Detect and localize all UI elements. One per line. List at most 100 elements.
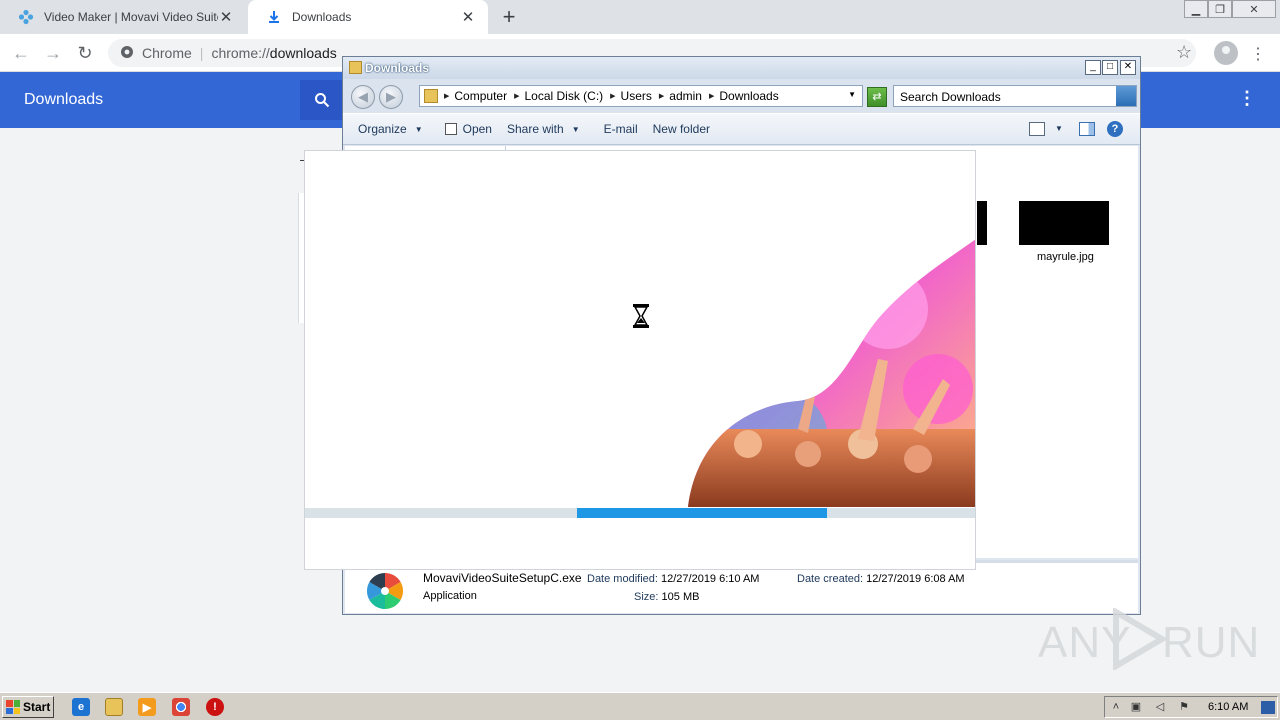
windows-logo-icon — [6, 700, 20, 714]
chevron-right-icon: ▶ — [658, 93, 665, 100]
divider: | — [199, 45, 204, 61]
forward-button[interactable]: → — [42, 42, 64, 64]
minimize-button[interactable]: ▁ — [1184, 0, 1208, 18]
file-type: Application — [423, 590, 477, 602]
movavi-icon — [366, 573, 404, 609]
file-size: Size: 105 MB — [634, 591, 699, 603]
search-button[interactable] — [300, 80, 344, 120]
breadcrumb-item[interactable]: ▶ Computer — [444, 89, 507, 103]
organize-label: Organize — [358, 122, 407, 136]
chevron-up-icon[interactable]: ˄ — [1109, 701, 1123, 714]
field-value: 12/27/2019 6:10 AM — [661, 573, 760, 585]
site-label: Chrome — [142, 45, 192, 61]
chevron-down-icon: ▼ — [571, 124, 580, 134]
refresh-button[interactable]: ⇄ — [867, 87, 887, 107]
movavi-icon — [18, 9, 34, 25]
tab-label: Video Maker | Movavi Video Suite — [44, 10, 218, 24]
show-desktop-icon[interactable] — [1261, 701, 1275, 714]
chevron-down-icon[interactable]: ▼ — [1055, 124, 1071, 138]
field-label: Date modified: — [587, 573, 658, 585]
share-with-button[interactable]: Share with ▼ — [507, 122, 580, 136]
file-thumbnail[interactable] — [977, 201, 987, 245]
field-value: 12/27/2019 6:08 AM — [866, 573, 965, 585]
avatar[interactable] — [1214, 41, 1238, 65]
open-icon — [444, 123, 457, 135]
folder-icon — [424, 89, 438, 103]
breadcrumb-item[interactable]: ▶ Downloads — [709, 89, 779, 103]
splash-image — [688, 239, 975, 507]
explorer-titlebar[interactable]: Downloads _ □ ✕ — [343, 57, 1140, 79]
email-button[interactable]: E-mail — [604, 122, 638, 136]
reload-button[interactable]: ↻ — [74, 42, 96, 64]
anyrun-watermark: ANY RUN — [1038, 604, 1259, 674]
internet-explorer-icon[interactable]: e — [72, 698, 90, 716]
new-folder-label: New folder — [652, 122, 710, 136]
close-icon[interactable]: ✕ — [460, 8, 476, 26]
chrome-icon[interactable] — [172, 698, 190, 716]
back-button[interactable]: ← — [10, 42, 32, 64]
forward-button[interactable]: ▶ — [379, 85, 403, 109]
close-window-button[interactable]: ✕ — [1232, 0, 1276, 18]
breadcrumb-label: Local Disk (C:) — [524, 89, 604, 103]
chevron-right-icon: ▶ — [514, 93, 520, 100]
media-player-icon[interactable]: ▶ — [138, 698, 156, 716]
chevron-down-icon[interactable]: ▼ — [848, 90, 856, 99]
system-tray: ˄ ▣ ◁ ⚑ — [1104, 696, 1278, 718]
close-window-button[interactable]: ✕ — [1120, 60, 1136, 75]
bookmark-star-icon[interactable]: ☆ — [1176, 42, 1192, 63]
folder-icon — [349, 61, 362, 74]
file-explorer-icon[interactable] — [105, 698, 123, 716]
share-with-label: Share with — [506, 122, 564, 136]
clock: 6:10 AM — [1208, 701, 1249, 713]
browser-menu-icon[interactable]: ⋮ — [1250, 44, 1266, 64]
browser-tab-strip: Video Maker | Movavi Video Suite ✕ Downl… — [0, 0, 1280, 34]
breadcrumb-label: Downloads — [719, 89, 779, 103]
back-button[interactable]: ◀ — [351, 85, 375, 109]
flag-icon[interactable]: ⚑ — [1177, 701, 1191, 714]
network-icon[interactable]: ▣ — [1129, 701, 1143, 714]
hourglass-cursor-icon — [633, 304, 649, 328]
breadcrumb-item[interactable]: ▶ Local Disk (C:) — [514, 89, 603, 103]
email-label: E-mail — [603, 122, 638, 136]
preview-pane-icon[interactable] — [1079, 122, 1095, 136]
file-thumbnail[interactable] — [1019, 201, 1109, 245]
breadcrumb-label: admin — [669, 89, 702, 103]
breadcrumb-item[interactable]: ▶ admin — [659, 89, 702, 103]
search-placeholder: Search Downloads — [900, 90, 1001, 104]
breadcrumb[interactable]: ▶ Computer ▶ Local Disk (C:) ▶ Users ▶ admin… — [419, 85, 863, 107]
breadcrumb-item[interactable]: ▶ Users — [610, 89, 652, 103]
download-icon — [266, 9, 282, 25]
restore-button[interactable]: ❐ — [1208, 0, 1232, 18]
search-icon — [315, 93, 330, 108]
volume-icon[interactable]: ◁ — [1153, 701, 1167, 714]
open-button[interactable]: Open — [444, 122, 492, 136]
breadcrumb-label: Computer — [454, 89, 508, 103]
tab-movavi[interactable]: Video Maker | Movavi Video Suite ✕ — [0, 0, 246, 34]
search-icon[interactable] — [1116, 86, 1136, 106]
page-title: Downloads — [24, 91, 104, 108]
new-folder-button[interactable]: New folder — [653, 122, 710, 136]
play-logo-icon — [1113, 608, 1166, 670]
start-label: Start — [23, 700, 51, 714]
maximize-button[interactable]: □ — [1102, 60, 1118, 75]
tab-downloads[interactable]: Downloads ✕ — [248, 0, 488, 34]
explorer-toolbar: Organize ▼ Open Share with ▼ E-mail New fo… — [343, 113, 1140, 145]
file-name[interactable]: mayrule.jpg — [1037, 251, 1094, 263]
opera-icon[interactable]: ! — [206, 698, 224, 716]
window-title: Downloads — [365, 61, 430, 75]
watermark-text: RUN — [1162, 618, 1261, 667]
view-options-icon[interactable] — [1029, 122, 1045, 136]
search-input[interactable]: Search Downloads — [893, 85, 1137, 107]
new-tab-button[interactable]: + — [498, 6, 520, 28]
tab-label: Downloads — [292, 10, 352, 24]
help-icon[interactable]: ? — [1107, 121, 1123, 137]
minimize-button[interactable]: _ — [1085, 60, 1101, 75]
close-icon[interactable]: ✕ — [218, 8, 234, 26]
organize-button[interactable]: Organize ▼ — [358, 122, 423, 136]
downloads-menu-icon[interactable]: ⋮ — [1238, 88, 1256, 109]
url-path: downloads — [269, 45, 337, 61]
date-created: Date created: 12/27/2019 6:08 AM — [797, 573, 965, 585]
chevron-right-icon: ▶ — [444, 93, 450, 100]
start-button[interactable]: Start — [2, 696, 54, 718]
install-progress-bar — [305, 508, 975, 518]
